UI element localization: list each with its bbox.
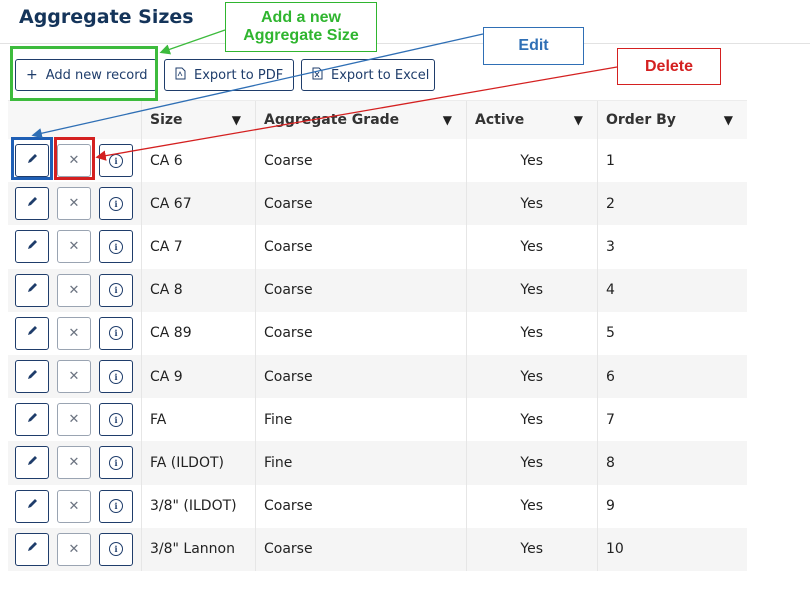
delete-annotation-callout: Delete: [617, 48, 721, 85]
add-annotation-callout: Add a new Aggregate Size: [225, 2, 377, 52]
delete-arrow: [95, 66, 618, 161]
add-annotation-line2: Aggregate Size: [243, 27, 359, 44]
add-annotation-line1: Add a new: [260, 9, 341, 26]
annotation-arrows: [31, 29, 618, 161]
add-arrow: [159, 29, 226, 55]
edit-annotation-callout: Edit: [483, 27, 584, 65]
